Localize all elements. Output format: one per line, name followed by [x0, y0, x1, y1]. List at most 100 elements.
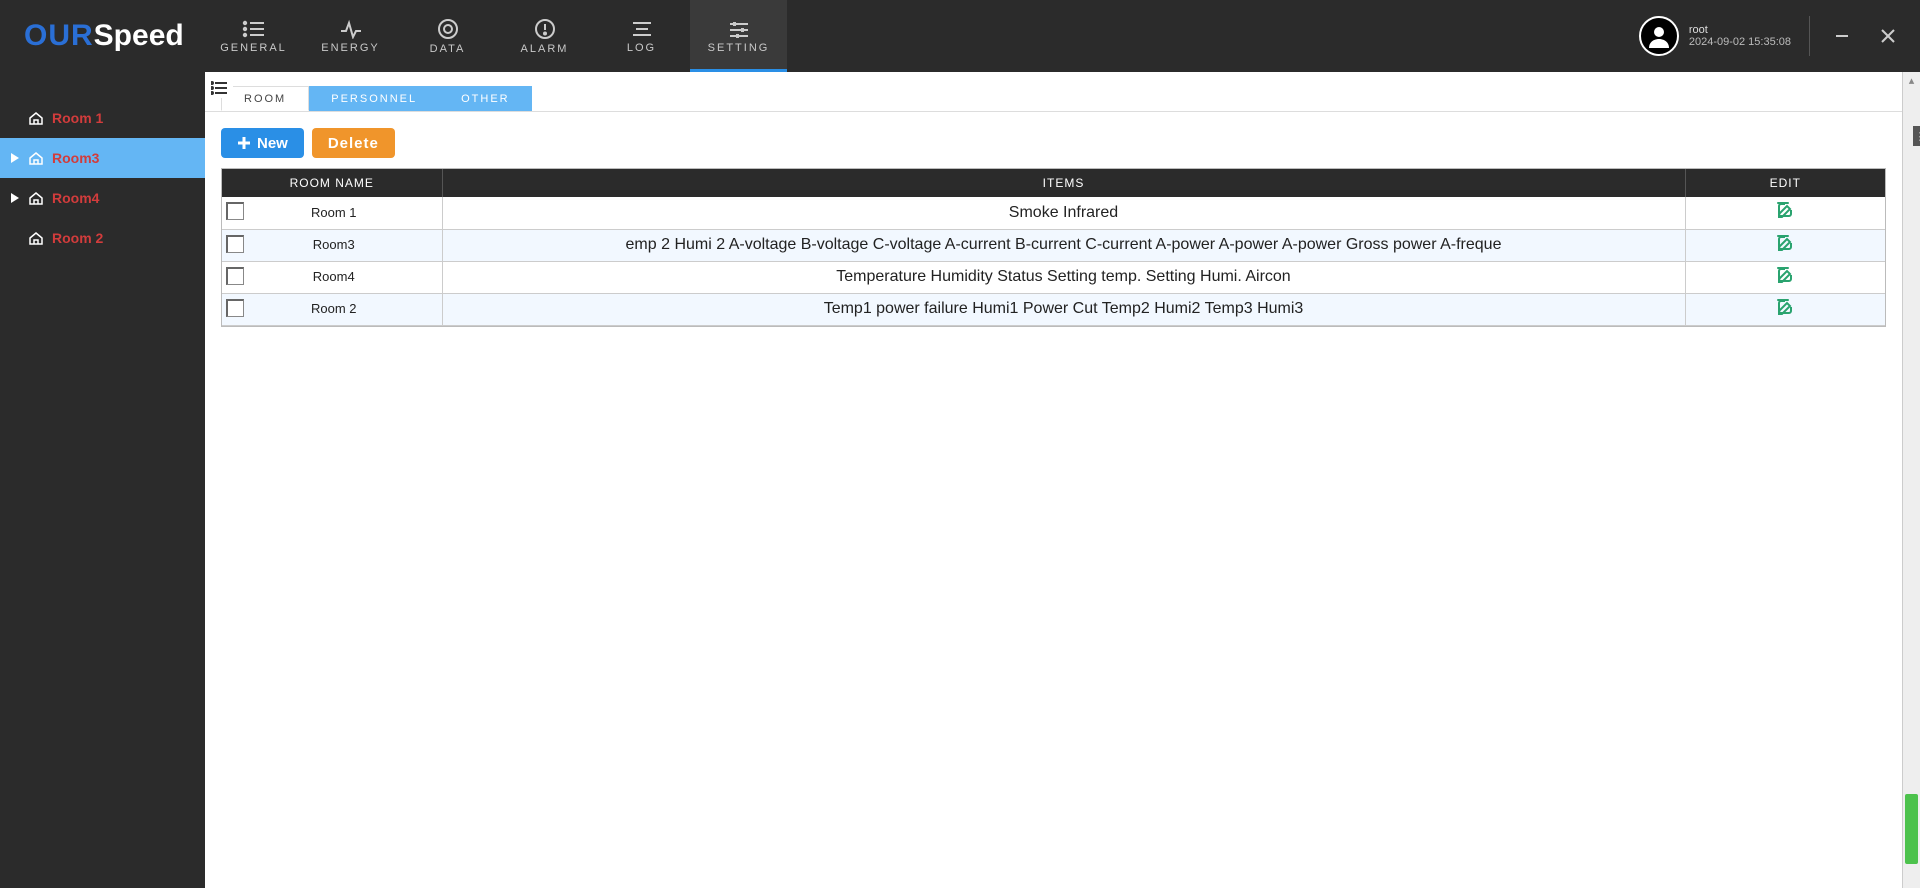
- action-bar: New Delete: [205, 112, 1902, 168]
- nav-data[interactable]: DATA: [399, 0, 496, 72]
- right-scrollbar[interactable]: ▴ ⋮: [1902, 72, 1920, 888]
- nav-setting[interactable]: SETTING: [690, 0, 787, 72]
- cell-roomname: Room 2: [222, 293, 442, 325]
- edit-button[interactable]: [1776, 201, 1794, 219]
- roomname-text: Room3: [313, 237, 355, 252]
- home-icon: [28, 110, 44, 126]
- logo-part1: OUR: [24, 19, 94, 53]
- sidebar-item-room1[interactable]: Room 1: [0, 98, 205, 138]
- edit-icon: [1776, 201, 1794, 219]
- tab-room[interactable]: ROOM: [221, 86, 309, 111]
- cell-edit: [1685, 197, 1885, 229]
- side-handle-icon[interactable]: ⋮: [1913, 126, 1920, 146]
- nav-energy[interactable]: ENERGY: [302, 0, 399, 72]
- edit-button[interactable]: [1776, 298, 1794, 316]
- content-area: ROOM PERSONNEL OTHER New Delete: [205, 72, 1902, 888]
- nav-alarm-label: ALARM: [521, 43, 569, 55]
- home-icon: [28, 150, 44, 166]
- app-logo: OURSpeed: [0, 0, 205, 72]
- minimize-icon: [1834, 28, 1850, 44]
- rooms-table: ROOM NAME ITEMS EDIT Room 1Smoke Infrare…: [222, 169, 1885, 326]
- table-wrap: ROOM NAME ITEMS EDIT Room 1Smoke Infrare…: [221, 168, 1886, 327]
- caret-icon: [10, 153, 20, 163]
- sidebar-item-label: Room 1: [52, 110, 103, 126]
- edit-icon: [1776, 266, 1794, 284]
- table-row: Room 2 Temp1 power failure Humi1 Power Cu…: [222, 293, 1885, 325]
- tab-other[interactable]: OTHER: [439, 86, 532, 111]
- cell-items: Smoke Infrared: [442, 197, 1685, 229]
- close-icon: [1880, 28, 1896, 44]
- cell-roomname: Room 1: [222, 197, 442, 229]
- nav-setting-label: SETTING: [708, 42, 770, 54]
- cell-items: Temp1 power failure Humi1 Power Cut Temp…: [442, 293, 1685, 325]
- table-row: Room 1Smoke Infrared: [222, 197, 1885, 229]
- tab-personnel-label: PERSONNEL: [331, 93, 417, 105]
- cell-items: emp 2 Humi 2 A-voltage B-voltage C-volta…: [442, 229, 1685, 261]
- sidebar-item-room3[interactable]: Room3: [0, 138, 205, 178]
- delete-button[interactable]: Delete: [312, 128, 395, 158]
- sidebar-item-label: Room4: [52, 190, 99, 206]
- edit-button[interactable]: [1776, 266, 1794, 284]
- cell-edit: [1685, 229, 1885, 261]
- th-edit: EDIT: [1685, 169, 1885, 197]
- nav-general-label: GENERAL: [220, 42, 287, 54]
- sliders-icon: [728, 19, 750, 39]
- cell-items: Temperature Humidity Status Setting temp…: [442, 261, 1685, 293]
- list-icon: [242, 19, 266, 39]
- nav-alarm[interactable]: ALARM: [496, 0, 593, 72]
- main-nav: GENERAL ENERGY DATA ALARM LOG SETTING: [205, 0, 787, 72]
- scroll-up-icon[interactable]: ▴: [1903, 74, 1920, 87]
- tab-personnel[interactable]: PERSONNEL: [309, 86, 439, 111]
- row-checkbox[interactable]: [226, 299, 244, 317]
- tab-other-label: OTHER: [461, 93, 510, 105]
- user-name: root: [1689, 24, 1791, 36]
- home-icon: [28, 230, 44, 246]
- cell-edit: [1685, 293, 1885, 325]
- caret-icon: [10, 193, 20, 203]
- logo-part2: Speed: [94, 19, 184, 53]
- sidebar-item-room2[interactable]: Room 2: [0, 218, 205, 258]
- edit-icon: [1776, 234, 1794, 252]
- log-icon: [631, 19, 653, 39]
- separator: [1809, 16, 1810, 56]
- row-checkbox[interactable]: [226, 202, 244, 220]
- target-icon: [437, 18, 459, 40]
- minimize-button[interactable]: [1828, 22, 1856, 50]
- roomname-text: Room 2: [311, 301, 357, 316]
- header-bar: OURSpeed GENERAL ENERGY DATA ALARM LOG S…: [0, 0, 1920, 72]
- sidebar: Room 1 Room3 Room4 Room 2: [0, 72, 205, 888]
- sidebar-list: Room 1 Room3 Room4 Room 2: [0, 72, 205, 258]
- delete-button-label: Delete: [328, 135, 379, 152]
- sidebar-item-label: Room 2: [52, 230, 103, 246]
- row-checkbox[interactable]: [226, 235, 244, 253]
- new-button[interactable]: New: [221, 128, 304, 158]
- header-right: root 2024-09-02 15:35:08: [1639, 0, 1920, 72]
- nav-log-label: LOG: [627, 42, 656, 54]
- table-header-row: ROOM NAME ITEMS EDIT: [222, 169, 1885, 197]
- main-area: Room 1 Room3 Room4 Room 2 ROOM PERSONNEL: [0, 72, 1920, 888]
- table-row: Room4Temperature Humidity Status Setting…: [222, 261, 1885, 293]
- th-items: ITEMS: [442, 169, 1685, 197]
- cell-roomname: Room3: [222, 229, 442, 261]
- edit-button[interactable]: [1776, 234, 1794, 252]
- cell-edit: [1685, 261, 1885, 293]
- nav-energy-label: ENERGY: [321, 42, 379, 54]
- avatar: [1639, 16, 1679, 56]
- sidebar-toggle[interactable]: [205, 78, 233, 98]
- sidebar-item-label: Room3: [52, 150, 99, 166]
- close-button[interactable]: [1874, 22, 1902, 50]
- row-checkbox[interactable]: [226, 267, 244, 285]
- nav-general[interactable]: GENERAL: [205, 0, 302, 72]
- home-icon: [28, 190, 44, 206]
- tab-bar: ROOM PERSONNEL OTHER: [205, 86, 1902, 112]
- scroll-thumb[interactable]: [1905, 794, 1918, 864]
- nav-log[interactable]: LOG: [593, 0, 690, 72]
- user-block[interactable]: root 2024-09-02 15:35:08: [1639, 16, 1791, 56]
- user-info: root 2024-09-02 15:35:08: [1689, 24, 1791, 48]
- menu-icon: [211, 81, 227, 95]
- table-row: Room3 emp 2 Humi 2 A-voltage B-voltage C-…: [222, 229, 1885, 261]
- tab-room-label: ROOM: [244, 93, 286, 105]
- pulse-icon: [339, 19, 363, 39]
- user-icon: [1646, 23, 1672, 49]
- sidebar-item-room4[interactable]: Room4: [0, 178, 205, 218]
